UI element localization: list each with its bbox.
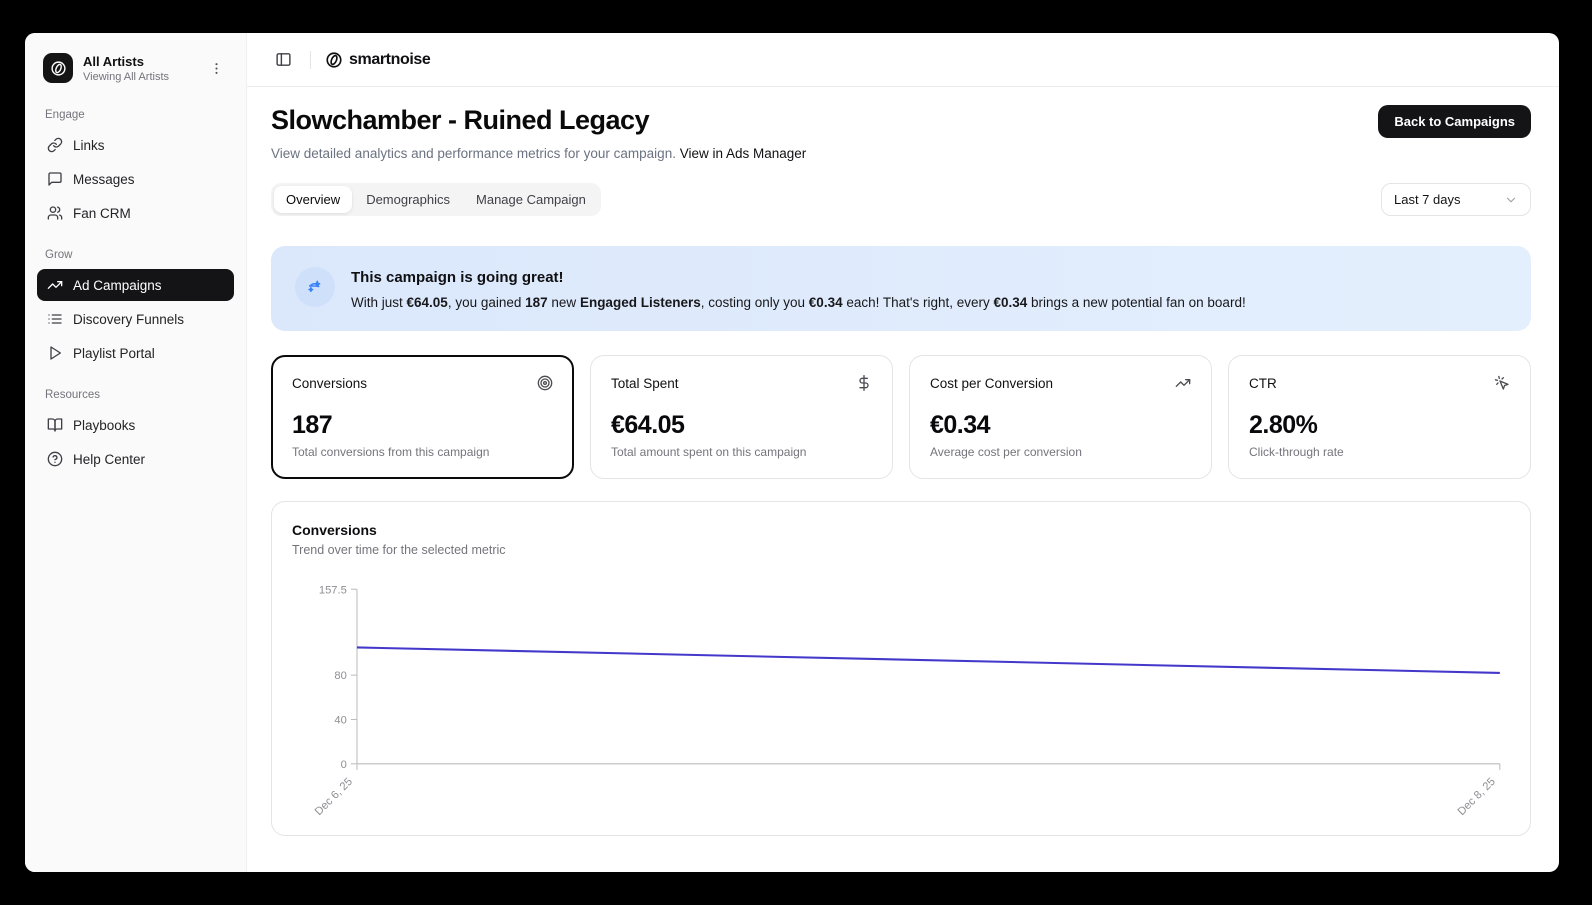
svg-text:0: 0 — [341, 759, 347, 771]
metric-card-total-spent[interactable]: Total Spent €64.05 Total amount spent on… — [590, 355, 893, 479]
smartnoise-logo-icon — [325, 51, 343, 69]
svg-text:40: 40 — [334, 715, 346, 727]
metric-card-cost-per-conversion[interactable]: Cost per Conversion €0.34 Average cost p… — [909, 355, 1212, 479]
sidebar-item-messages[interactable]: Messages — [37, 163, 234, 195]
tab-bar: Overview Demographics Manage Campaign — [271, 183, 601, 216]
sidebar-item-links[interactable]: Links — [37, 129, 234, 161]
svg-text:80: 80 — [334, 670, 346, 682]
celebration-icon — [295, 267, 335, 307]
svg-text:Dec 8, 25: Dec 8, 25 — [1456, 776, 1498, 818]
workspace-subtitle: Viewing All Artists — [83, 71, 195, 83]
banner-message: With just €64.05, you gained 187 new Eng… — [351, 295, 1246, 310]
chevron-down-icon — [1504, 193, 1518, 207]
sidebar-item-label: Fan CRM — [73, 206, 131, 221]
section-label-resources: Resources — [45, 389, 226, 401]
kebab-icon — [209, 61, 224, 76]
sidebar-item-playbooks[interactable]: Playbooks — [37, 409, 234, 441]
sidebar: All Artists Viewing All Artists Engage L… — [25, 33, 247, 872]
date-range-value: Last 7 days — [1394, 192, 1461, 207]
link-icon — [47, 137, 63, 153]
cursor-click-icon — [1494, 375, 1510, 391]
dollar-sign-icon — [856, 375, 872, 391]
sidebar-item-label: Help Center — [73, 452, 145, 467]
section-label-grow: Grow — [45, 249, 226, 261]
card-title: Conversions — [292, 376, 367, 391]
metric-card-conversions[interactable]: Conversions 187 Total conversions from t… — [271, 355, 574, 479]
sidebar-item-ad-campaigns[interactable]: Ad Campaigns — [37, 269, 234, 301]
conversions-chart-card: Conversions Trend over time for the sele… — [271, 501, 1531, 836]
chart-subtitle: Trend over time for the selected metric — [292, 543, 1510, 557]
sidebar-item-label: Playlist Portal — [73, 346, 155, 361]
page-title: Slowchamber - Ruined Legacy — [271, 105, 649, 136]
ads-manager-link[interactable]: View in Ads Manager — [680, 146, 807, 161]
back-to-campaigns-button[interactable]: Back to Campaigns — [1378, 105, 1531, 138]
card-title: CTR — [1249, 376, 1277, 391]
sidebar-item-label: Links — [73, 138, 105, 153]
svg-text:Dec 6, 25: Dec 6, 25 — [313, 776, 355, 818]
sidebar-item-discovery-funnels[interactable]: Discovery Funnels — [37, 303, 234, 335]
workspace-avatar — [43, 53, 73, 83]
message-icon — [47, 171, 63, 187]
card-value: €64.05 — [611, 411, 872, 440]
trending-up-icon — [1175, 375, 1191, 391]
card-subtitle: Click-through rate — [1249, 445, 1510, 459]
svg-text:157.5: 157.5 — [319, 584, 347, 596]
tab-overview[interactable]: Overview — [274, 186, 352, 213]
workspace-name: All Artists — [83, 54, 195, 69]
help-circle-icon — [47, 451, 63, 467]
card-value: 187 — [292, 411, 553, 440]
card-value: €0.34 — [930, 411, 1191, 440]
date-range-select[interactable]: Last 7 days — [1381, 183, 1531, 216]
banner-title: This campaign is going great! — [351, 269, 1246, 286]
page-subtitle: View detailed analytics and performance … — [271, 146, 1531, 161]
card-title: Cost per Conversion — [930, 376, 1053, 391]
workspace-switcher[interactable]: All Artists Viewing All Artists — [37, 47, 234, 89]
trending-up-icon — [47, 277, 63, 293]
sidebar-item-label: Messages — [73, 172, 135, 187]
app-window: All Artists Viewing All Artists Engage L… — [25, 33, 1559, 872]
chart-title: Conversions — [292, 522, 1510, 538]
smartnoise-logo-icon — [50, 60, 67, 77]
users-icon — [47, 205, 63, 221]
topbar-divider — [310, 51, 311, 69]
sidebar-item-label: Discovery Funnels — [73, 312, 184, 327]
tab-demographics[interactable]: Demographics — [354, 186, 462, 213]
sidebar-item-fan-crm[interactable]: Fan CRM — [37, 197, 234, 229]
campaign-status-banner: This campaign is going great! With just … — [271, 246, 1531, 331]
play-icon — [47, 345, 63, 361]
brand-name: smartnoise — [349, 51, 430, 69]
workspace-menu-button[interactable] — [205, 57, 228, 80]
book-open-icon — [47, 417, 63, 433]
tab-manage-campaign[interactable]: Manage Campaign — [464, 186, 598, 213]
card-title: Total Spent — [611, 376, 679, 391]
metric-card-ctr[interactable]: CTR 2.80% Click-through rate — [1228, 355, 1531, 479]
list-icon — [47, 311, 63, 327]
section-label-engage: Engage — [45, 109, 226, 121]
page-content: Slowchamber - Ruined Legacy Back to Camp… — [247, 87, 1559, 872]
sidebar-toggle-button[interactable] — [271, 47, 296, 72]
card-value: 2.80% — [1249, 411, 1510, 440]
topbar: smartnoise — [247, 33, 1559, 87]
card-subtitle: Average cost per conversion — [930, 445, 1191, 459]
panel-left-icon — [275, 51, 292, 68]
sidebar-item-label: Ad Campaigns — [73, 278, 162, 293]
metric-cards: Conversions 187 Total conversions from t… — [271, 355, 1531, 479]
brand-logo: smartnoise — [325, 51, 430, 69]
card-subtitle: Total conversions from this campaign — [292, 445, 553, 459]
sidebar-item-playlist-portal[interactable]: Playlist Portal — [37, 337, 234, 369]
sidebar-item-help-center[interactable]: Help Center — [37, 443, 234, 475]
target-icon — [537, 375, 553, 391]
card-subtitle: Total amount spent on this campaign — [611, 445, 872, 459]
sidebar-item-label: Playbooks — [73, 418, 135, 433]
conversions-line-chart: 0 40 80 157.5 Dec 6, 25 Dec 8, 25 — [292, 573, 1510, 819]
